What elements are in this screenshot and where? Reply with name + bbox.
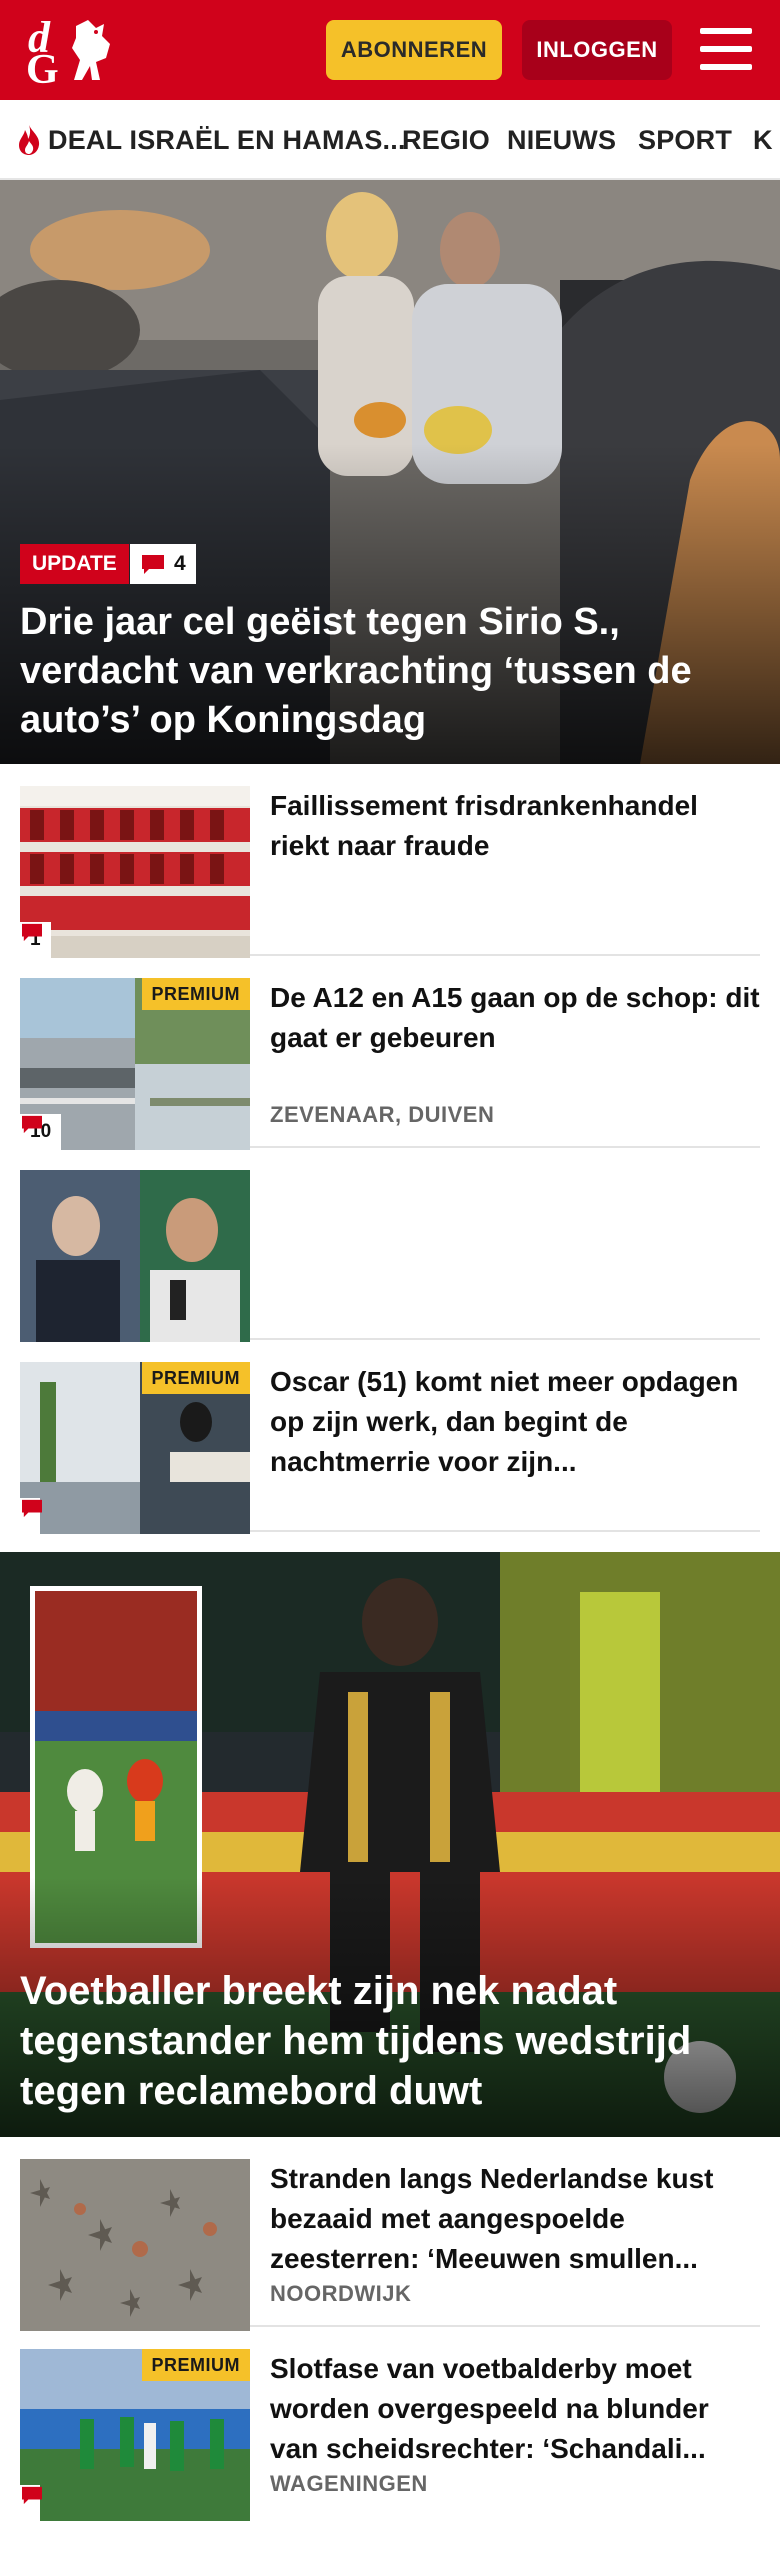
article-title[interactable]: Faillissement frisdrankenhandel riekt na… <box>270 786 760 866</box>
premium-badge: PREMIUM <box>141 978 250 1010</box>
list-item[interactable]: PREMIUM 10 De A12 en A15 gaan op de scho… <box>20 956 760 1150</box>
comment-count: 4 <box>174 552 186 575</box>
site-header: d G ABONNEREN INLOGGEN <box>0 0 780 100</box>
list-item[interactable]: Stranden langs Nederlandse kust bezaaid … <box>20 2137 760 2331</box>
comment-count-badge[interactable]: 1 <box>20 922 51 958</box>
feature-title[interactable]: Voetballer breekt zijn nek nadat tegenst… <box>20 1966 760 2116</box>
nav-item-regio[interactable]: REGIO <box>402 100 491 178</box>
nav-item-more[interactable]: K <box>753 100 773 178</box>
list-item[interactable]: 1 Faillissement frisdrankenhandel riekt … <box>20 764 760 958</box>
article-title[interactable]: De A12 en A15 gaan op de schop: dit gaat… <box>270 978 760 1058</box>
comment-icon <box>142 555 164 574</box>
nav-item-deal-israel[interactable]: DEAL ISRAËL EN HAMAS... <box>16 100 406 178</box>
nav-item-label: NIEUWS <box>507 124 617 155</box>
nav-item-label: K <box>753 124 773 155</box>
comment-count-badge[interactable] <box>20 1498 42 1534</box>
comment-count-badge[interactable]: 4 <box>130 544 196 584</box>
article-thumbnail: PREMIUM 10 <box>20 978 250 1150</box>
article-location: WAGENINGEN <box>270 2471 428 2496</box>
comment-icon <box>22 2486 42 2505</box>
article-thumbnail <box>20 2159 250 2331</box>
article-thumbnail: PREMIUM <box>20 1362 250 1534</box>
feature-article[interactable]: Voetballer breekt zijn nek nadat tegenst… <box>0 1552 780 2137</box>
logo-horse-icon <box>72 20 110 80</box>
nav-item-label: REGIO <box>402 124 491 155</box>
list-item[interactable]: PREMIUM Slotfase van voetbalderby moet w… <box>20 2327 760 2527</box>
article-thumbnail <box>20 1170 250 1342</box>
article-title[interactable]: Stranden langs Nederlandse kust bezaaid … <box>270 2159 760 2279</box>
hero-article[interactable]: UPDATE 4 Drie jaar cel geëist tegen Siri… <box>0 180 780 764</box>
comment-count-badge[interactable] <box>20 2485 42 2521</box>
logo-letter-g: G <box>26 47 59 93</box>
article-title[interactable]: Slotfase van voetbalderby moet worden ov… <box>270 2349 760 2469</box>
hero-title[interactable]: Drie jaar cel geëist tegen Sirio S., ver… <box>20 598 760 745</box>
list-item[interactable] <box>20 1148 760 1342</box>
nav-item-nieuws[interactable]: NIEUWS <box>507 100 617 178</box>
section-nav: DEAL ISRAËL EN HAMAS... REGIO NIEUWS SPO… <box>0 100 780 180</box>
update-badge: UPDATE <box>20 544 129 584</box>
list-item[interactable]: PREMIUM Oscar (51) komt niet meer opdage… <box>20 1340 760 1534</box>
article-thumbnail: 1 <box>20 786 250 958</box>
article-title[interactable]: Oscar (51) komt niet meer opdagen op zij… <box>270 1362 760 1482</box>
article-location: NOORDWIJK <box>270 2281 412 2306</box>
premium-badge: PREMIUM <box>141 1362 250 1394</box>
site-logo[interactable]: d G <box>22 10 114 93</box>
premium-badge: PREMIUM <box>141 2349 250 2381</box>
subscribe-button[interactable]: ABONNEREN <box>326 20 502 80</box>
flame-icon <box>19 125 40 155</box>
comment-icon <box>22 1499 42 1518</box>
comment-icon <box>22 923 42 942</box>
menu-icon[interactable] <box>700 26 752 72</box>
article-thumbnail: PREMIUM <box>20 2349 250 2521</box>
nav-item-sport[interactable]: SPORT <box>638 100 733 178</box>
nav-item-label: DEAL ISRAËL EN HAMAS... <box>48 124 406 155</box>
nav-item-label: SPORT <box>638 124 733 155</box>
comment-icon <box>22 1115 42 1134</box>
comment-count-badge[interactable]: 10 <box>20 1114 62 1150</box>
login-button[interactable]: INLOGGEN <box>522 20 672 80</box>
article-location: ZEVENAAR, DUIVEN <box>270 1102 495 1127</box>
